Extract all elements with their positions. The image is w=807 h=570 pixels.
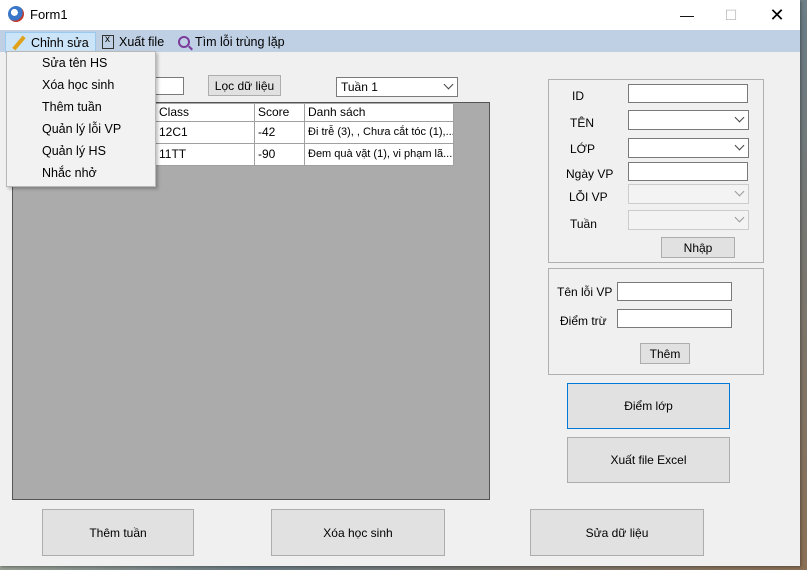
violation-name-label: Tên lỗi VP — [557, 285, 613, 299]
class-select[interactable] — [628, 138, 749, 158]
violation-label: LỖI VP — [569, 190, 608, 204]
column-header-class[interactable]: Class — [156, 104, 255, 122]
minimize-button[interactable]: — — [664, 0, 710, 30]
close-button[interactable]: ✕ — [754, 0, 800, 30]
column-header-list[interactable]: Danh sách — [305, 104, 454, 122]
class-points-button[interactable]: Điểm lớp — [567, 383, 730, 429]
add-week-button[interactable]: Thêm tuần — [42, 509, 194, 556]
menu-export-label: Xuất file — [119, 34, 165, 49]
week-form-select[interactable] — [628, 210, 749, 230]
delete-student-button[interactable]: Xóa học sinh — [271, 509, 445, 556]
edit-dropdown-menu: Sửa tên HS Xóa học sinh Thêm tuần Quản l… — [6, 51, 156, 187]
filter-button[interactable]: Lọc dữ liệu — [208, 75, 281, 96]
name-select[interactable] — [628, 110, 749, 130]
chevron-down-icon — [734, 112, 745, 123]
export-excel-button[interactable]: Xuất file Excel — [567, 437, 730, 483]
id-input[interactable] — [628, 84, 748, 103]
title-bar: Form1 — ☐ ✕ — [0, 0, 800, 30]
name-label: TÊN — [570, 116, 594, 130]
row-2-score[interactable]: -90 — [255, 144, 305, 166]
menu-edit-label: Chỉnh sửa — [31, 35, 89, 50]
add-violation-button[interactable]: Thêm — [640, 343, 690, 364]
maximize-button[interactable]: ☐ — [708, 0, 754, 30]
chevron-down-icon — [734, 212, 745, 223]
row-2-list[interactable]: Đem quà vặt (1), vi phạm lã... — [305, 144, 454, 166]
menu-item-manage-students[interactable]: Quản lý HS — [42, 140, 106, 162]
menu-item-edit-student-name[interactable]: Sửa tên HS — [42, 52, 107, 74]
excel-icon — [102, 34, 114, 49]
main-window: Form1 — ☐ ✕ Chỉnh sửa Xuất file Tìm lỗi … — [0, 0, 800, 566]
edit-data-button[interactable]: Sửa dữ liệu — [530, 509, 704, 556]
menu-item-delete-student[interactable]: Xóa học sinh — [42, 74, 114, 96]
menu-item-manage-violations[interactable]: Quản lý lỗi VP — [42, 118, 121, 140]
violation-select[interactable] — [628, 184, 749, 204]
violation-name-input[interactable] — [617, 282, 732, 301]
week-label: Tuần — [570, 217, 597, 231]
row-1-class[interactable]: 12C1 — [156, 122, 255, 144]
menu-export[interactable]: Xuất file — [96, 32, 170, 51]
row-2-class[interactable]: 11TT — [156, 144, 255, 166]
submit-button[interactable]: Nhập — [661, 237, 735, 258]
violation-form-group: Tên lỗi VP Điểm trừ Thêm — [548, 268, 764, 375]
student-form-group: ID TÊN LỚP Ngày VP LỖI VP Tuần Nhập — [548, 79, 764, 263]
chevron-down-icon — [443, 79, 454, 90]
search-icon — [178, 35, 190, 48]
menu-item-reminder[interactable]: Nhắc nhở — [42, 162, 97, 184]
points-label: Điểm trừ — [560, 314, 607, 328]
week-select[interactable]: Tuần 1 — [336, 77, 458, 97]
menu-item-add-week[interactable]: Thêm tuần — [42, 96, 102, 118]
class-label: LỚP — [570, 142, 595, 156]
app-icon — [8, 6, 24, 22]
date-input[interactable] — [628, 162, 748, 181]
row-1-list[interactable]: Đi trễ (3), , Chưa cắt tóc (1),... — [305, 122, 454, 144]
date-label: Ngày VP — [566, 167, 614, 181]
menu-find-duplicates[interactable]: Tìm lỗi trùng lặp — [172, 32, 291, 51]
week-select-value: Tuần 1 — [341, 80, 378, 94]
menu-edit[interactable]: Chỉnh sửa — [5, 32, 96, 53]
menu-bar: Chỉnh sửa Xuất file Tìm lỗi trùng lặp — [0, 30, 800, 53]
chevron-down-icon — [734, 186, 745, 197]
id-label: ID — [572, 89, 584, 103]
menu-find-duplicates-label: Tìm lỗi trùng lặp — [195, 34, 285, 49]
chevron-down-icon — [734, 140, 745, 151]
row-1-score[interactable]: -42 — [255, 122, 305, 144]
window-title: Form1 — [30, 7, 68, 22]
pencil-icon — [12, 36, 26, 50]
column-header-score[interactable]: Score — [255, 104, 305, 122]
points-input[interactable] — [617, 309, 732, 328]
